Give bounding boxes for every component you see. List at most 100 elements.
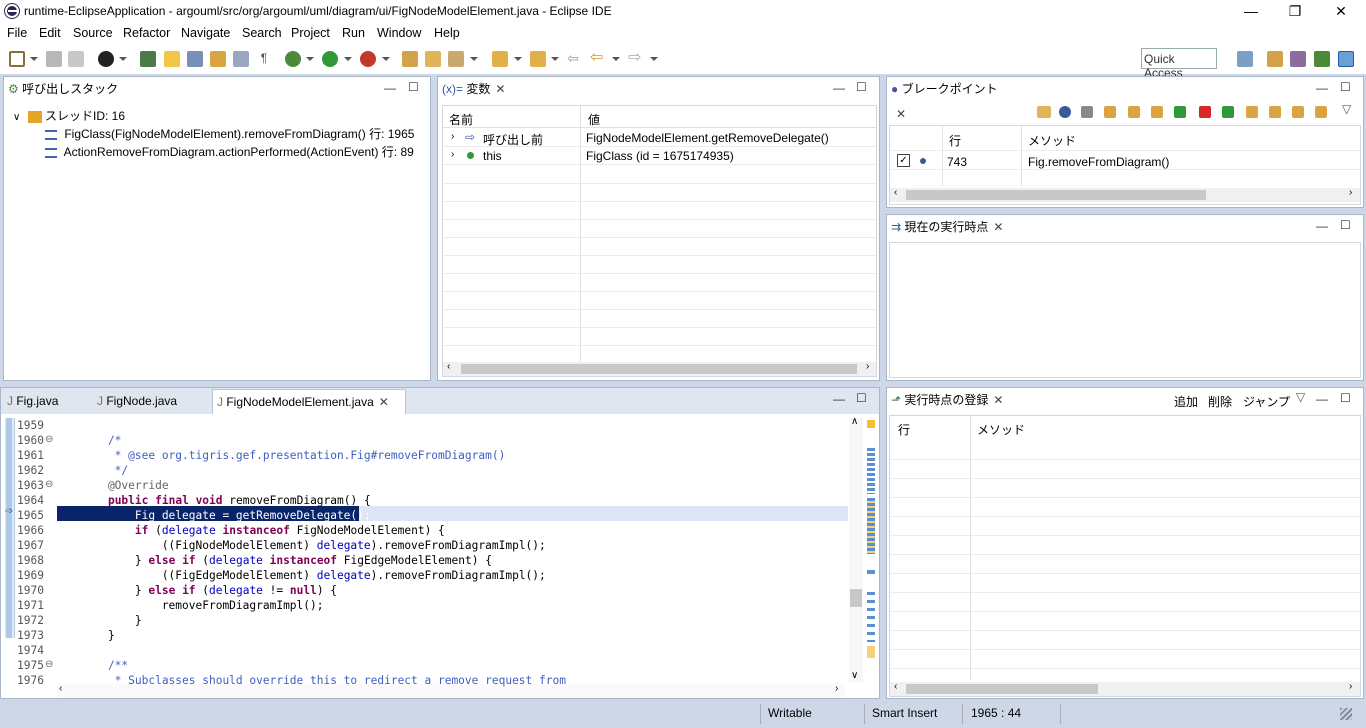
task-icon[interactable] — [210, 51, 226, 67]
search-tool-icon[interactable] — [448, 51, 464, 67]
variables-hscrollbar[interactable]: ‹ › — [443, 361, 876, 376]
fold-toggle-icon[interactable]: ⊖ — [45, 434, 53, 445]
resume-icon[interactable] — [1222, 106, 1234, 118]
code-line[interactable]: } else if (delegate instanceof FigEdgeMo… — [81, 554, 492, 567]
close-exec-register-icon[interactable]: ✕ — [993, 393, 1003, 407]
external-tools-dropdown-icon[interactable] — [382, 57, 390, 61]
status-insert-mode[interactable]: Smart Insert — [872, 706, 937, 720]
debug-perspective-icon[interactable] — [1314, 51, 1330, 67]
table-row[interactable]: ✓ 743 Fig.removeFromDiagram() — [890, 150, 1360, 170]
open-perspective-icon[interactable] — [1237, 51, 1253, 67]
close-tab-icon[interactable]: ✕ — [379, 395, 389, 409]
drop-to-frame-icon[interactable] — [1315, 106, 1327, 118]
breakpoints-hscrollbar[interactable]: ‹ › — [890, 187, 1360, 202]
menu-run[interactable]: Run — [342, 26, 365, 40]
forward-icon[interactable]: ⇨ — [628, 50, 644, 67]
git-perspective-icon[interactable] — [1290, 51, 1306, 67]
menu-search[interactable]: Search — [242, 26, 282, 40]
prev-edit-dropdown-icon[interactable] — [551, 57, 559, 61]
minimize-current-exec-icon[interactable]: — — [1316, 219, 1328, 233]
new-package-icon[interactable] — [402, 51, 418, 67]
col-method-header[interactable]: メソッド — [1028, 132, 1076, 149]
scroll-thumb[interactable] — [461, 364, 857, 374]
delete-button[interactable]: 削除 — [1208, 393, 1232, 410]
scroll-right-icon[interactable]: › — [1349, 681, 1352, 692]
scroll-down-icon[interactable]: ∨ — [851, 670, 858, 681]
step-return-icon[interactable] — [1151, 106, 1163, 118]
code-line[interactable]: * Subclasses should override this to red… — [81, 674, 566, 687]
jump-button[interactable]: ジャンプ — [1243, 393, 1290, 410]
close-variables-icon[interactable]: ✕ — [495, 82, 505, 96]
expand-row-icon[interactable]: › — [451, 131, 454, 142]
breakpoint-checkbox[interactable]: ✓ — [897, 154, 910, 167]
maximize-variables-icon[interactable]: ☐ — [856, 80, 867, 94]
back-icon[interactable]: ⇦ — [590, 50, 606, 67]
scroll-thumb[interactable] — [850, 589, 862, 607]
account-dropdown-icon[interactable] — [119, 57, 127, 61]
highlight-icon[interactable] — [164, 51, 180, 67]
view-menu-icon[interactable]: ▽ — [1342, 102, 1351, 116]
code-line[interactable]: } else if (delegate != null) { — [81, 584, 337, 597]
maximize-current-exec-icon[interactable]: ☐ — [1340, 218, 1351, 232]
code-line[interactable]: ((FigEdgeModelElement) delegate).removeF… — [81, 569, 546, 582]
minimize-variables-icon[interactable]: — — [833, 81, 845, 95]
expand-row-icon[interactable]: › — [451, 149, 454, 160]
add-button[interactable]: 追加 — [1174, 393, 1198, 410]
pilcrow-icon[interactable]: ¶ — [256, 51, 272, 67]
code-line[interactable]: /** — [81, 659, 128, 672]
tab-callstack[interactable]: ⚙ 呼び出しスタック✕ — [4, 77, 128, 121]
exec-register-hscrollbar[interactable]: ‹ › — [890, 681, 1360, 696]
menu-project[interactable]: Project — [291, 26, 330, 40]
bp-type-icon[interactable] — [1059, 106, 1071, 118]
save-icon[interactable] — [46, 51, 62, 67]
restore-button[interactable]: ❐ — [1272, 0, 1318, 24]
scroll-left-icon[interactable]: ‹ — [59, 683, 62, 694]
search-dropdown-icon[interactable] — [470, 57, 478, 61]
step-into-icon[interactable] — [1246, 106, 1258, 118]
forward-dropdown-icon[interactable] — [650, 57, 658, 61]
run-icon[interactable] — [322, 51, 338, 67]
open-folder-icon[interactable] — [425, 51, 441, 67]
scroll-right-icon[interactable]: › — [835, 683, 838, 694]
scroll-thumb[interactable] — [906, 684, 1098, 694]
maximize-editor-icon[interactable]: ☐ — [856, 391, 867, 405]
stack-frame[interactable]: FigClass(FigNodeModelElement).removeFrom… — [45, 125, 414, 142]
open-bp-icon[interactable] — [1037, 106, 1051, 118]
block-icon[interactable] — [233, 51, 249, 67]
code-line[interactable]: } — [81, 614, 142, 627]
account-icon[interactable] — [98, 51, 114, 67]
maximize-callstack-icon[interactable]: ☐ — [408, 80, 419, 94]
scroll-right-icon[interactable]: › — [866, 361, 869, 372]
quick-access-field[interactable]: Quick Access — [1141, 48, 1217, 80]
debug-icon[interactable] — [285, 51, 301, 67]
view-menu-icon[interactable]: ▽ — [1296, 390, 1305, 404]
maximize-exec-register-icon[interactable]: ☐ — [1340, 391, 1351, 405]
code-line[interactable]: * @see org.tigris.gef.presentation.Fig#r… — [81, 449, 506, 462]
fold-toggle-icon[interactable]: ⊖ — [45, 659, 53, 670]
prev-edit-icon[interactable] — [530, 51, 546, 67]
next-edit-icon[interactable] — [492, 51, 508, 67]
new-icon[interactable] — [9, 51, 25, 67]
scroll-left-icon[interactable]: ‹ — [447, 361, 450, 372]
thread-node[interactable]: ∨ スレッドID: 16 — [13, 107, 125, 124]
code-line[interactable]: ((FigNodeModelElement) delegate).removeF… — [81, 539, 546, 552]
last-edit-icon[interactable]: ⇦ — [567, 51, 583, 67]
tab-exec-register[interactable]: ⬏ 実行時点の登録 ✕ — [887, 388, 1017, 413]
maximize-breakpoints-icon[interactable]: ☐ — [1340, 80, 1351, 94]
close-window-button[interactable]: ✕ — [1318, 0, 1364, 24]
minimize-breakpoints-icon[interactable]: — — [1316, 81, 1328, 95]
code-line[interactable]: /* — [81, 434, 121, 447]
code-line[interactable]: if (delegate instanceof FigNodeModelElem… — [81, 524, 445, 537]
menu-source[interactable]: Source — [73, 26, 113, 40]
scroll-right-icon[interactable]: › — [1349, 187, 1352, 198]
resize-grip-icon[interactable] — [1340, 708, 1352, 720]
tab-fignodemodelelement-java[interactable]: J FigNodeModelElement.java ✕ — [212, 389, 406, 414]
close-current-exec-icon[interactable]: ✕ — [993, 220, 1003, 234]
editor-vscrollbar[interactable]: ∧ ∨ — [849, 416, 863, 682]
col-value-header[interactable]: 値 — [588, 111, 600, 128]
code-line[interactable]: */ — [81, 464, 128, 477]
col-line-header[interactable]: 行 — [898, 421, 910, 438]
fold-toggle-icon[interactable]: ⊖ — [45, 479, 53, 490]
step-over2-icon[interactable] — [1269, 106, 1281, 118]
step-icon[interactable] — [1104, 106, 1116, 118]
